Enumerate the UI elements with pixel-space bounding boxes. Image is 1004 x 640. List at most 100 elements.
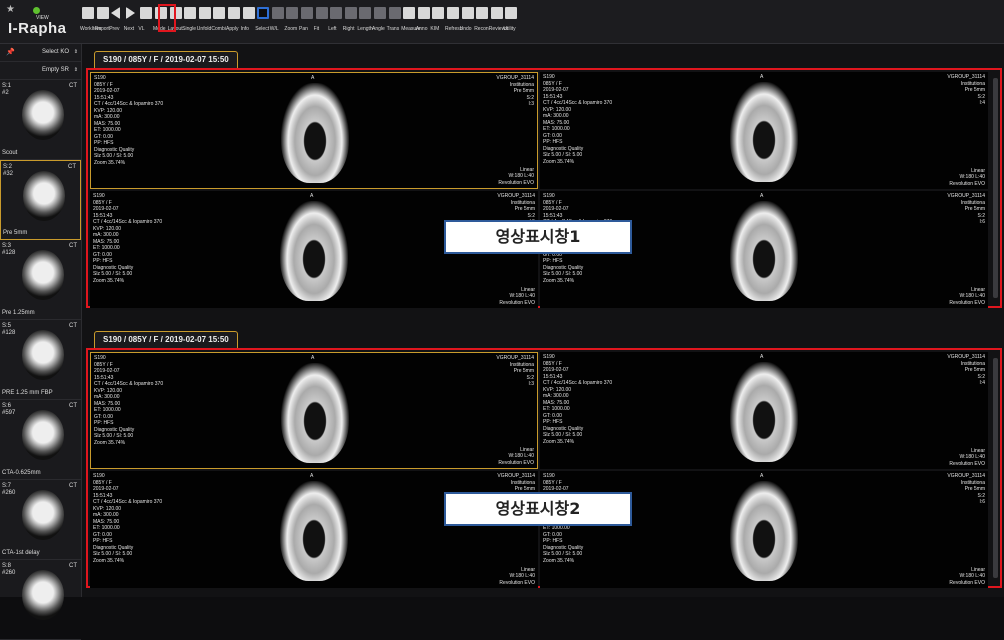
image-cell[interactable]: S190 085Y / F 2019-02-07 15:51:43 CT / 4… [540,471,988,588]
tool-23-button[interactable]: Anno [415,3,432,41]
tool-label: Single [182,26,197,32]
tool-20-button[interactable]: Angle [372,3,388,41]
tool-label: Info [240,26,249,32]
pin-icon[interactable]: 📌 [6,48,15,56]
tool-29-button[interactable]: Utility [503,3,519,41]
thumbnail-image [22,490,64,540]
thumbnail-image [22,330,64,380]
tool-17-button[interactable]: Left [328,3,344,41]
image-cell[interactable]: S190 085Y / F 2019-02-07 15:51:43 CT / 4… [90,72,538,189]
tool-19-button[interactable]: Length [357,3,373,41]
image-window-2[interactable]: S190 085Y / F 2019-02-07 15:51:43 CT / 4… [86,348,1002,588]
tool-27-button[interactable]: Recon [474,3,490,41]
thumbnail-series: S:3 #128 [2,243,15,257]
tool-18-button[interactable]: Right [343,3,359,41]
image-cell[interactable]: S190 085Y / F 2019-02-07 15:51:43 CT / 4… [90,352,538,469]
empty-sr-dropdown[interactable]: Empty SR ⇕ [0,62,81,80]
tool-12-button[interactable]: Select [255,3,271,41]
thumbnail-image [22,570,64,620]
image-cell[interactable]: S190 085Y / F 2019-02-07 15:51:43 CT / 4… [90,471,538,588]
series-number: S:3 [2,243,12,249]
overlay-window-info: Linear W:180 L:40 Revolution EVO [499,286,535,306]
modality-label: CT [69,403,77,409]
tool-label: W/L [269,26,279,32]
tool-16-icon [315,7,328,19]
thumbnail-series: S:1 #2 [2,83,11,97]
image-window-1[interactable]: S190 085Y / F 2019-02-07 15:51:43 CT / 4… [86,68,1002,308]
tool-21-button[interactable]: Trans [387,3,403,41]
tool-25-button[interactable]: Refresh [445,3,463,41]
window2-series-tab[interactable]: S190 / 085Y / F / 2019-02-07 15:50 [94,331,238,348]
tool-9-button[interactable]: Combi [211,3,227,41]
tool-14-button[interactable]: Zoom [284,3,300,41]
tool-label: Combi [211,26,226,32]
overlay-patient-info: S190 085Y / F 2019-02-07 15:51:43 CT / 4… [94,75,164,166]
vl-highlight-box [158,4,176,32]
tool-label: Zoom [284,26,298,32]
viewer-area: S190 / 085Y / F / 2019-02-07 15:50 S190 … [82,44,1004,597]
chevron-icon: ⇕ [73,67,78,73]
tool-24-icon [432,7,445,19]
tool-label: Prev [109,26,120,32]
series-thumbnail[interactable]: S:6 #597 CT CTA-0.625mm [0,400,81,480]
image-cell[interactable]: S190 085Y / F 2019-02-07 15:51:43 CT / 4… [540,352,988,469]
modality-label: CT [69,83,77,89]
ct-brain-image [730,201,798,301]
logo-dot-icon [33,7,40,14]
series-thumbnail[interactable]: S:3 #128 CT Pre 1.25mm [0,240,81,320]
tool-8-button[interactable]: Unfold [197,3,213,41]
tool-25-icon [447,7,459,19]
ct-brain-image [730,362,798,462]
tool-15-button[interactable]: Pan [299,3,315,41]
series-description: Scout [2,150,18,156]
thumbnail-image [22,410,64,460]
tool-10-button[interactable]: Apply [226,3,242,41]
tool-0-button[interactable]: WorkItem [80,3,101,41]
series-thumbnail[interactable]: S:7 #260 CT CTA-1st delay [0,480,81,560]
tool-26-button[interactable]: Undo [460,3,476,41]
star-icon[interactable]: ★ [6,4,15,15]
tool-label: Next [123,26,135,32]
series-thumbnail[interactable]: S:2 #32 CT Pre 5mm [0,160,81,240]
series-thumbnail[interactable]: S:5 #128 CT PRE 1.25 mm FBP [0,320,81,400]
tool-22-button[interactable]: Measure [401,3,421,41]
tool-24-button[interactable]: KIM [430,3,446,41]
overlay-patient-info: S190 085Y / F 2019-02-07 15:51:43 CT / 4… [543,74,613,165]
overlay-window-info: Linear W:180 L:40 Revolution EVO [949,286,985,306]
overlay-study-info: VGROUP_31114 Institutiona Pre 5mm S:2 I:… [947,473,985,505]
series-thumbnail[interactable]: S:1 #2 CT Scout [0,80,81,160]
tool-13-button[interactable]: W/L [269,3,286,41]
overlay-study-info: VGROUP_31114 Institutiona Pre 5mm S:2 I:… [947,74,985,106]
window1-scrollbar[interactable] [993,78,998,298]
app-title: I-Rapha [8,20,67,37]
image-cell[interactable]: S190 085Y / F 2019-02-07 15:51:43 CT / 4… [540,72,988,189]
tool-3-button[interactable]: Next [123,3,140,41]
orientation-marker: A [310,193,314,199]
window2-scrollbar[interactable] [993,358,998,578]
tool-28-button[interactable]: Reviews [489,3,508,41]
overlay-study-info: VGROUP_31114 Institutiona Pre 5mm S:2 I:… [947,354,985,386]
tool-10-icon [228,7,240,19]
toolbar: ★ VIEW I-Rapha WorkItem Report Prev Next VL M… [0,0,1004,44]
tool-11-button[interactable]: Info [240,3,257,41]
modality-label: CT [69,563,77,569]
overlay-window-info: Linear W:180 L:40 Revolution EVO [498,446,534,466]
tool-1-button[interactable]: Report [95,3,111,41]
tool-27-icon [476,7,489,19]
orientation-marker: A [310,473,314,479]
tool-7-button[interactable]: Single [182,3,198,41]
overlay-window-info: Linear W:180 L:40 Revolution EVO [949,447,985,467]
select-ko-dropdown[interactable]: 📌 Select KO ⇕ [0,44,81,62]
tool-4-button[interactable]: VL [138,3,154,41]
image-count: #260 [2,570,16,577]
tool-label: Anno [415,26,428,32]
tool-label: VL [138,26,145,32]
select-ko-label: Select KO [41,49,69,55]
series-number: S:2 [3,164,13,170]
tool-2-button[interactable]: Prev [109,3,125,41]
tool-16-button[interactable]: Fit [313,3,330,41]
tool-label: Fit [313,26,320,32]
series-thumbnail[interactable]: S:8 #260 CT [0,560,81,640]
series-number: S:8 [2,563,12,569]
window1-series-tab[interactable]: S190 / 085Y / F / 2019-02-07 15:50 [94,51,238,68]
